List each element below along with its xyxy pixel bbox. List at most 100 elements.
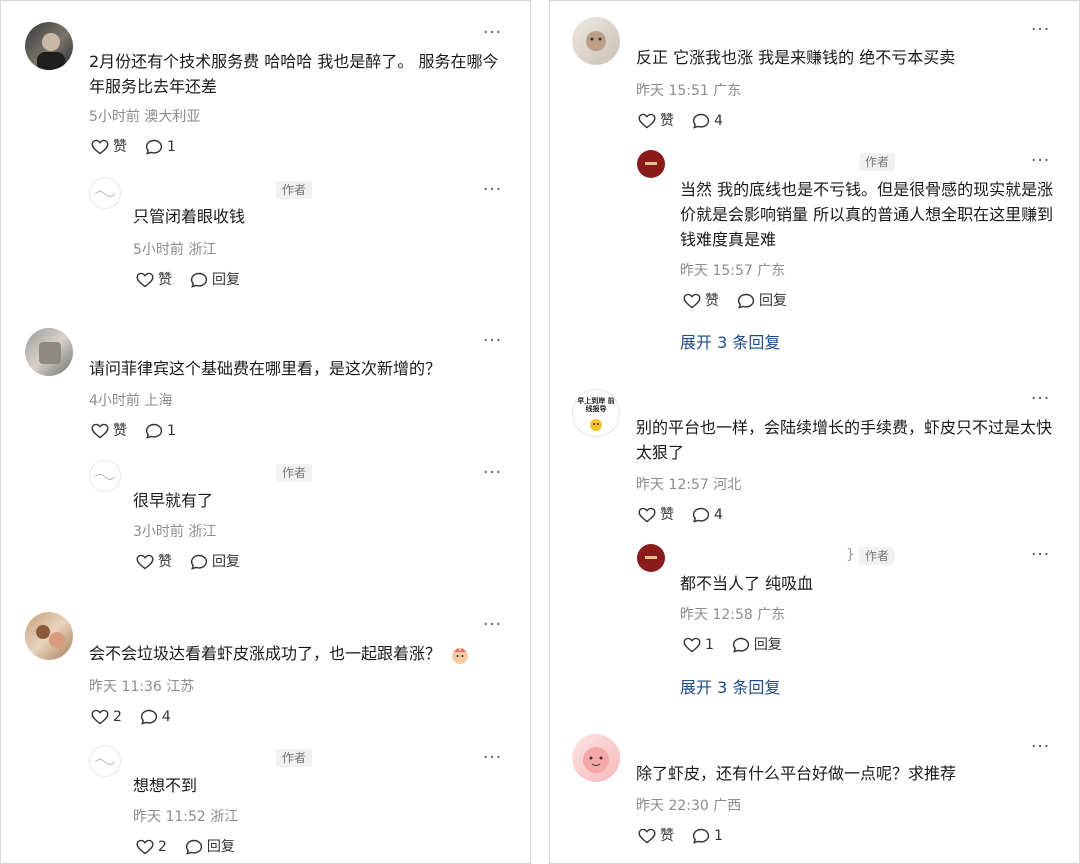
comment-button[interactable]: 4 [140, 708, 171, 726]
comment-text: 请问菲律宾这个基础费在哪里看，是这次新增的？ [89, 359, 442, 378]
comment-text: 除了虾皮，还有什么平台好做一点呢？求推荐 [636, 764, 957, 783]
comment-meta: 昨天 15:51 广东 [636, 83, 742, 99]
reply-button[interactable]: 回复 [190, 553, 240, 571]
comment-meta: 昨天 11:36 江苏 [89, 679, 195, 695]
expand-replies-link[interactable]: 展开 3 条回复 [680, 329, 780, 353]
user-avatar[interactable] [25, 612, 73, 660]
more-options-icon[interactable]: ··· [1031, 153, 1050, 170]
heart-icon [136, 839, 154, 855]
comment-button[interactable]: 1 [145, 422, 176, 440]
comment-bubble-icon [145, 423, 163, 439]
reply-text: 只管闭着眼收钱 [133, 207, 246, 226]
reply-actions: 赞 回复 [136, 271, 258, 289]
like-button[interactable]: 赞 [91, 422, 127, 440]
reply-text: 当然 我的底线也是不亏钱。但是很骨感的现实就是涨价就是会影响销量 所以真的普通人… [680, 180, 1054, 249]
comment-panel-left: ··· 2月份还有个技术服务费 哈哈哈 我也是醉了。 服务在哪今年服务比去年还差… [0, 0, 531, 864]
author-avatar[interactable] [89, 460, 121, 492]
user-avatar[interactable] [572, 734, 620, 782]
reply-button[interactable]: 回复 [737, 292, 787, 310]
reply-button[interactable]: 回复 [185, 838, 235, 856]
like-button[interactable]: 赞 [136, 271, 172, 289]
more-options-icon[interactable]: ··· [483, 25, 502, 42]
more-options-icon[interactable]: ··· [483, 465, 502, 482]
reply-actions: 1 回复 [683, 636, 800, 654]
comment-actions: 赞 4 [638, 506, 741, 524]
comment-bubble-icon [190, 554, 208, 570]
user-avatar[interactable]: 早上到岸 前线报导 [572, 389, 620, 437]
comment-meta: 昨天 12:57 河北 [636, 477, 742, 493]
heart-icon [638, 507, 656, 523]
comment-actions: 2 4 [91, 708, 189, 726]
more-options-icon[interactable]: ··· [1031, 22, 1050, 39]
author-avatar[interactable] [89, 177, 121, 209]
reply-actions: 赞 回复 [136, 553, 258, 571]
comment-text: 别的平台也一样，会陆续增长的手续费，虾皮只不过是太快太狠了 [636, 418, 1053, 462]
comment-bubble-icon [185, 839, 203, 855]
reply-button[interactable]: 回复 [732, 636, 782, 654]
user-avatar[interactable] [25, 328, 73, 376]
more-options-icon[interactable]: ··· [1031, 739, 1050, 756]
heart-icon [136, 272, 154, 288]
reply-meta: 昨天 15:57 广东 [680, 263, 786, 279]
user-avatar[interactable] [572, 17, 620, 65]
author-badge: 作者 [276, 181, 313, 199]
comment-bubble-icon [737, 293, 755, 309]
comment-meta: 昨天 22:30 广西 [636, 798, 742, 814]
comment-actions: 赞 1 [91, 422, 194, 440]
like-button[interactable]: 赞 [683, 292, 719, 310]
like-button[interactable]: 赞 [136, 553, 172, 571]
author-badge: 作者 [859, 547, 896, 565]
comment-bubble-icon [145, 139, 163, 155]
like-button[interactable]: 2 [91, 708, 122, 726]
more-options-icon[interactable]: ··· [1031, 547, 1050, 564]
heart-icon [91, 139, 109, 155]
heart-icon [683, 293, 701, 309]
more-options-icon[interactable]: ··· [483, 750, 502, 767]
heart-icon [136, 554, 154, 570]
like-button[interactable]: 赞 [638, 506, 674, 524]
like-button[interactable]: 赞 [91, 138, 127, 156]
comment-button[interactable]: 1 [692, 827, 723, 845]
sticker-emoji-icon [450, 646, 470, 664]
expand-replies-link[interactable]: 展开 3 条回复 [680, 674, 780, 698]
comment-bubble-icon [140, 709, 158, 725]
comment-text: 2月份还有个技术服务费 哈哈哈 我也是醉了。 服务在哪今年服务比去年还差 [89, 52, 499, 96]
comment-text: 反正 它涨我也涨 我是来赚钱的 绝不亏本买卖 [636, 48, 956, 67]
comment-button[interactable]: 4 [692, 112, 723, 130]
more-options-icon[interactable]: ··· [483, 617, 502, 634]
more-options-icon[interactable]: ··· [1031, 391, 1050, 408]
comment-actions: 赞 4 [638, 112, 741, 130]
like-button[interactable]: 赞 [638, 827, 674, 845]
author-badge: 作者 [276, 749, 313, 767]
reply-text: 很早就有了 [133, 491, 214, 510]
comment-bubble-icon [692, 113, 710, 129]
author-badge: 作者 [859, 153, 896, 171]
like-button[interactable]: 赞 [638, 112, 674, 130]
author-avatar[interactable] [89, 745, 121, 777]
reply-meta: 昨天 11:52 浙江 [133, 809, 239, 825]
reply-text: 想想不到 [133, 776, 198, 795]
reply-button[interactable]: 回复 [190, 271, 240, 289]
like-button[interactable]: 1 [683, 636, 714, 654]
reply-meta: 5小时前 浙江 [133, 242, 217, 258]
comment-bubble-icon [732, 637, 750, 653]
heart-icon [91, 423, 109, 439]
heart-icon [683, 637, 701, 653]
like-button[interactable]: 2 [136, 838, 167, 856]
user-avatar[interactable] [25, 22, 73, 70]
heart-icon [638, 113, 656, 129]
comment-meta: 5小时前 澳大利亚 [89, 109, 201, 125]
more-options-icon[interactable]: ··· [483, 182, 502, 199]
heart-icon [638, 828, 656, 844]
reply-meta: 昨天 12:58 广东 [680, 607, 786, 623]
reply-actions: 2 回复 [136, 838, 253, 856]
comment-button[interactable]: 4 [692, 506, 723, 524]
comment-button[interactable]: 1 [145, 138, 176, 156]
comment-bubble-icon [692, 828, 710, 844]
comment-text: 会不会垃圾达看着虾皮涨成功了，也一起跟着涨？ [89, 641, 504, 666]
comment-actions: 赞 1 [91, 138, 194, 156]
author-avatar[interactable] [637, 544, 665, 572]
author-name-fragment: } [846, 547, 855, 563]
author-avatar[interactable] [637, 150, 665, 178]
more-options-icon[interactable]: ··· [483, 333, 502, 350]
